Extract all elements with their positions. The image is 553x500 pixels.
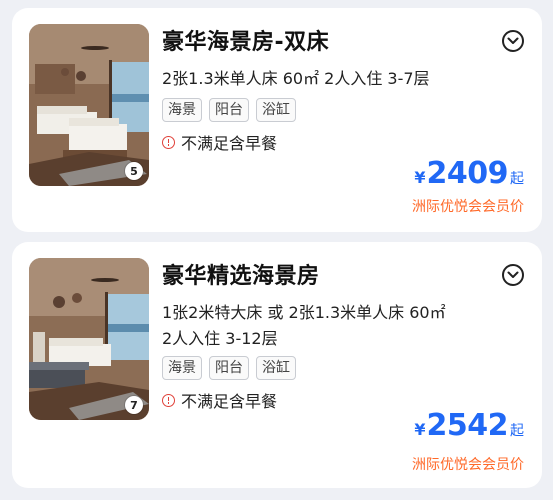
room-card[interactable]: 5 豪华海景房-双床 2张1.3米单人床 60㎡ 2人入住 3-7层 海景 阳台… [12, 8, 542, 232]
amenity-tag: 阳台 [209, 98, 249, 122]
room-title[interactable]: 豪华海景房-双床 [162, 24, 329, 56]
amenity-tag: 海景 [162, 98, 202, 122]
room-spec: 2张1.3米单人床 60㎡ 2人入住 3-7层 [162, 66, 430, 92]
member-price-label: 洲际优悦会会员价 [412, 199, 524, 215]
price-currency: ¥ [414, 168, 426, 187]
room-list: 5 豪华海景房-双床 2张1.3米单人床 60㎡ 2人入住 3-7层 海景 阳台… [0, 0, 553, 500]
amenity-tag: 海景 [162, 356, 202, 380]
amenity-tags: 海景 阳台 浴缸 [162, 98, 296, 122]
amenity-tag: 浴缸 [256, 356, 296, 380]
room-price[interactable]: ¥ 2542 起 [414, 408, 524, 443]
price-amount: 2542 [426, 408, 509, 443]
photo-count-badge: 7 [125, 396, 143, 414]
exclamation-circle-icon [162, 135, 175, 149]
room-title[interactable]: 豪华精选海景房 [162, 258, 320, 290]
expand-button[interactable] [502, 264, 524, 286]
room-spec: 1张2米特大床 或 2张1.3米单人床 60㎡ 2人入住 3-12层 [162, 300, 446, 352]
expand-button[interactable] [502, 30, 524, 52]
room-card[interactable]: 7 豪华精选海景房 1张2米特大床 或 2张1.3米单人床 60㎡ 2人入住 3… [12, 242, 542, 488]
price-suffix: 起 [510, 423, 524, 439]
breakfast-notice: 不满足含早餐 [162, 388, 277, 412]
price-suffix: 起 [510, 171, 524, 187]
chevron-down-icon [507, 271, 519, 278]
breakfast-notice-text: 不满足含早餐 [181, 392, 278, 411]
breakfast-notice-text: 不满足含早餐 [181, 134, 278, 153]
breakfast-notice: 不满足含早餐 [162, 130, 277, 154]
amenity-tags: 海景 阳台 浴缸 [162, 356, 296, 380]
room-spec-line: 2张1.3米单人床 60㎡ 2人入住 3-7层 [162, 69, 430, 88]
room-spec-line: 2人入住 3-12层 [162, 329, 278, 348]
room-photo[interactable]: 7 [29, 258, 149, 420]
exclamation-circle-icon [162, 393, 175, 407]
room-price[interactable]: ¥ 2409 起 [414, 156, 524, 191]
room-spec-line: 1张2米特大床 或 2张1.3米单人床 60㎡ [162, 303, 446, 322]
chevron-down-icon [507, 37, 519, 44]
amenity-tag: 阳台 [209, 356, 249, 380]
amenity-tag: 浴缸 [256, 98, 296, 122]
price-currency: ¥ [414, 420, 426, 439]
price-amount: 2409 [426, 156, 509, 191]
room-photo[interactable]: 5 [29, 24, 149, 186]
photo-count-badge: 5 [125, 162, 143, 180]
member-price-label: 洲际优悦会会员价 [412, 457, 524, 473]
